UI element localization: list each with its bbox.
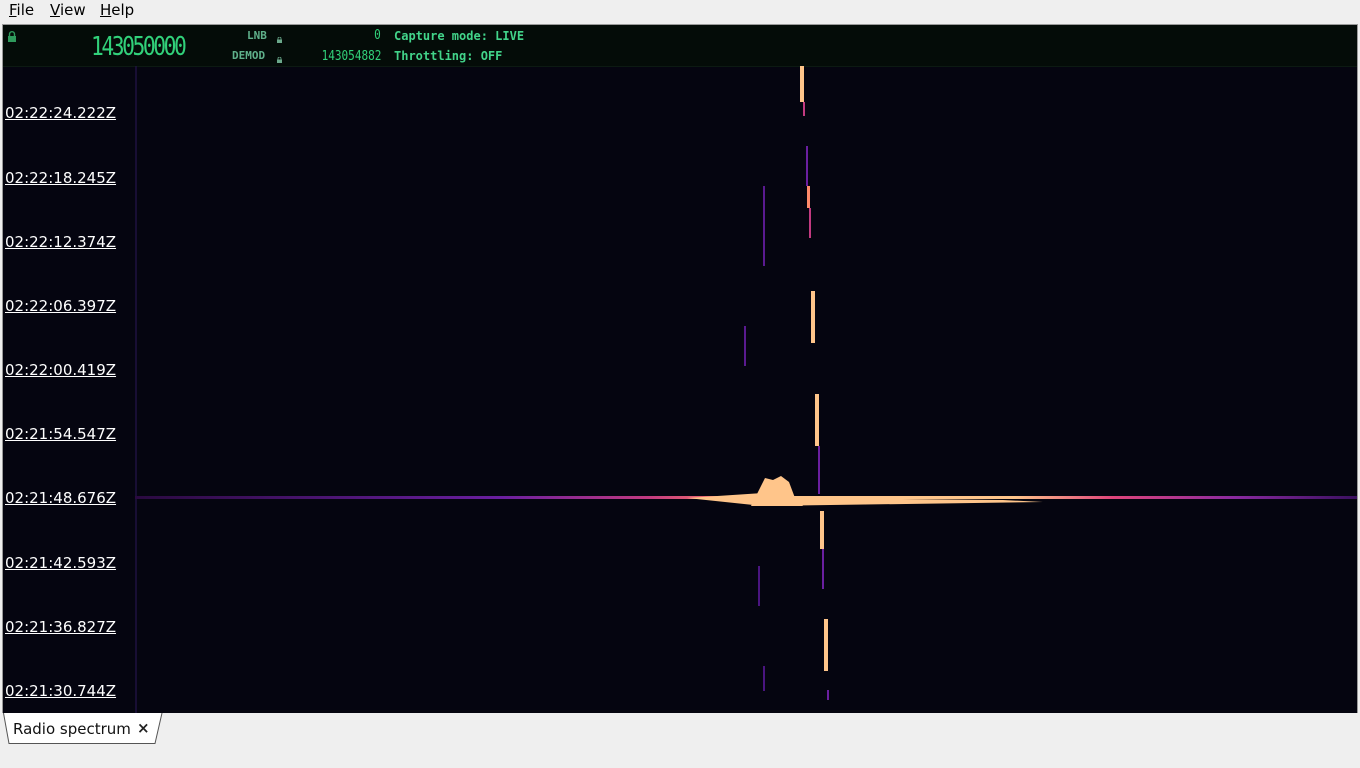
timestamp-label[interactable]: 02:21:42.593Z [5,554,116,572]
carrier-segment [811,291,815,343]
demod-value[interactable]: 143054882 [321,49,381,64]
capture-mode-status: Capture mode: LIVE [394,29,525,43]
lnb-label: LNB [247,29,267,42]
demod-lock-icon[interactable] [277,48,282,63]
faint-trace [744,326,746,366]
menu-file[interactable]: File [9,1,34,19]
menu-view[interactable]: View [50,1,86,19]
spectrum-panel: 143050000 LNB 0 DEMOD 143054882 Capture … [2,24,1358,715]
throttling-status: Throttling: OFF [394,49,503,63]
demod-label: DEMOD [232,49,266,62]
carrier-segment [809,208,811,238]
waterfall-canvas [135,66,1357,714]
waterfall-display[interactable]: 02:22:24.222Z 02:22:18.245Z 02:22:12.374… [3,66,1357,714]
timestamp-label[interactable]: 02:22:06.397Z [5,297,116,315]
faint-trace [763,666,765,691]
timestamp-label[interactable]: 02:22:24.222Z [5,104,116,122]
faint-trace [758,566,760,606]
carrier-segment [803,102,805,116]
lnb-value[interactable]: 0 [374,28,381,43]
tuner-header: 143050000 LNB 0 DEMOD 143054882 Capture … [3,25,1357,67]
carrier-segment [800,66,804,102]
burst-peak [751,476,803,506]
close-icon[interactable]: × [137,719,150,737]
center-frequency-display[interactable]: 143050000 [91,32,187,62]
lnb-lock-icon[interactable] [277,28,282,43]
tab-label: Radio spectrum [13,720,131,738]
carrier-segment [806,146,808,186]
burst-hot-region [687,493,1043,506]
carrier-segment [820,511,824,549]
lock-icon[interactable] [7,31,17,42]
timestamp-label[interactable]: 02:21:48.676Z [5,489,116,507]
faint-trace [763,186,765,266]
carrier-segment [818,446,820,494]
tab-bar: Radio spectrum × [0,713,1360,768]
carrier-segment [815,394,819,446]
carrier-segment [822,549,824,589]
carrier-segment [807,186,810,208]
tab-radio-spectrum[interactable]: Radio spectrum × [3,713,163,744]
timestamp-label[interactable]: 02:22:12.374Z [5,233,116,251]
carrier-segment [827,690,829,700]
timestamp-label[interactable]: 02:22:18.245Z [5,169,116,187]
menu-help[interactable]: Help [100,1,134,19]
carrier-segment [824,619,828,671]
timestamp-label[interactable]: 02:21:36.827Z [5,618,116,636]
timestamp-label[interactable]: 02:22:00.419Z [5,361,116,379]
timestamp-label[interactable]: 02:21:30.744Z [5,682,116,700]
timestamp-label[interactable]: 02:21:54.547Z [5,425,116,443]
menu-bar: File View Help [0,0,1360,22]
